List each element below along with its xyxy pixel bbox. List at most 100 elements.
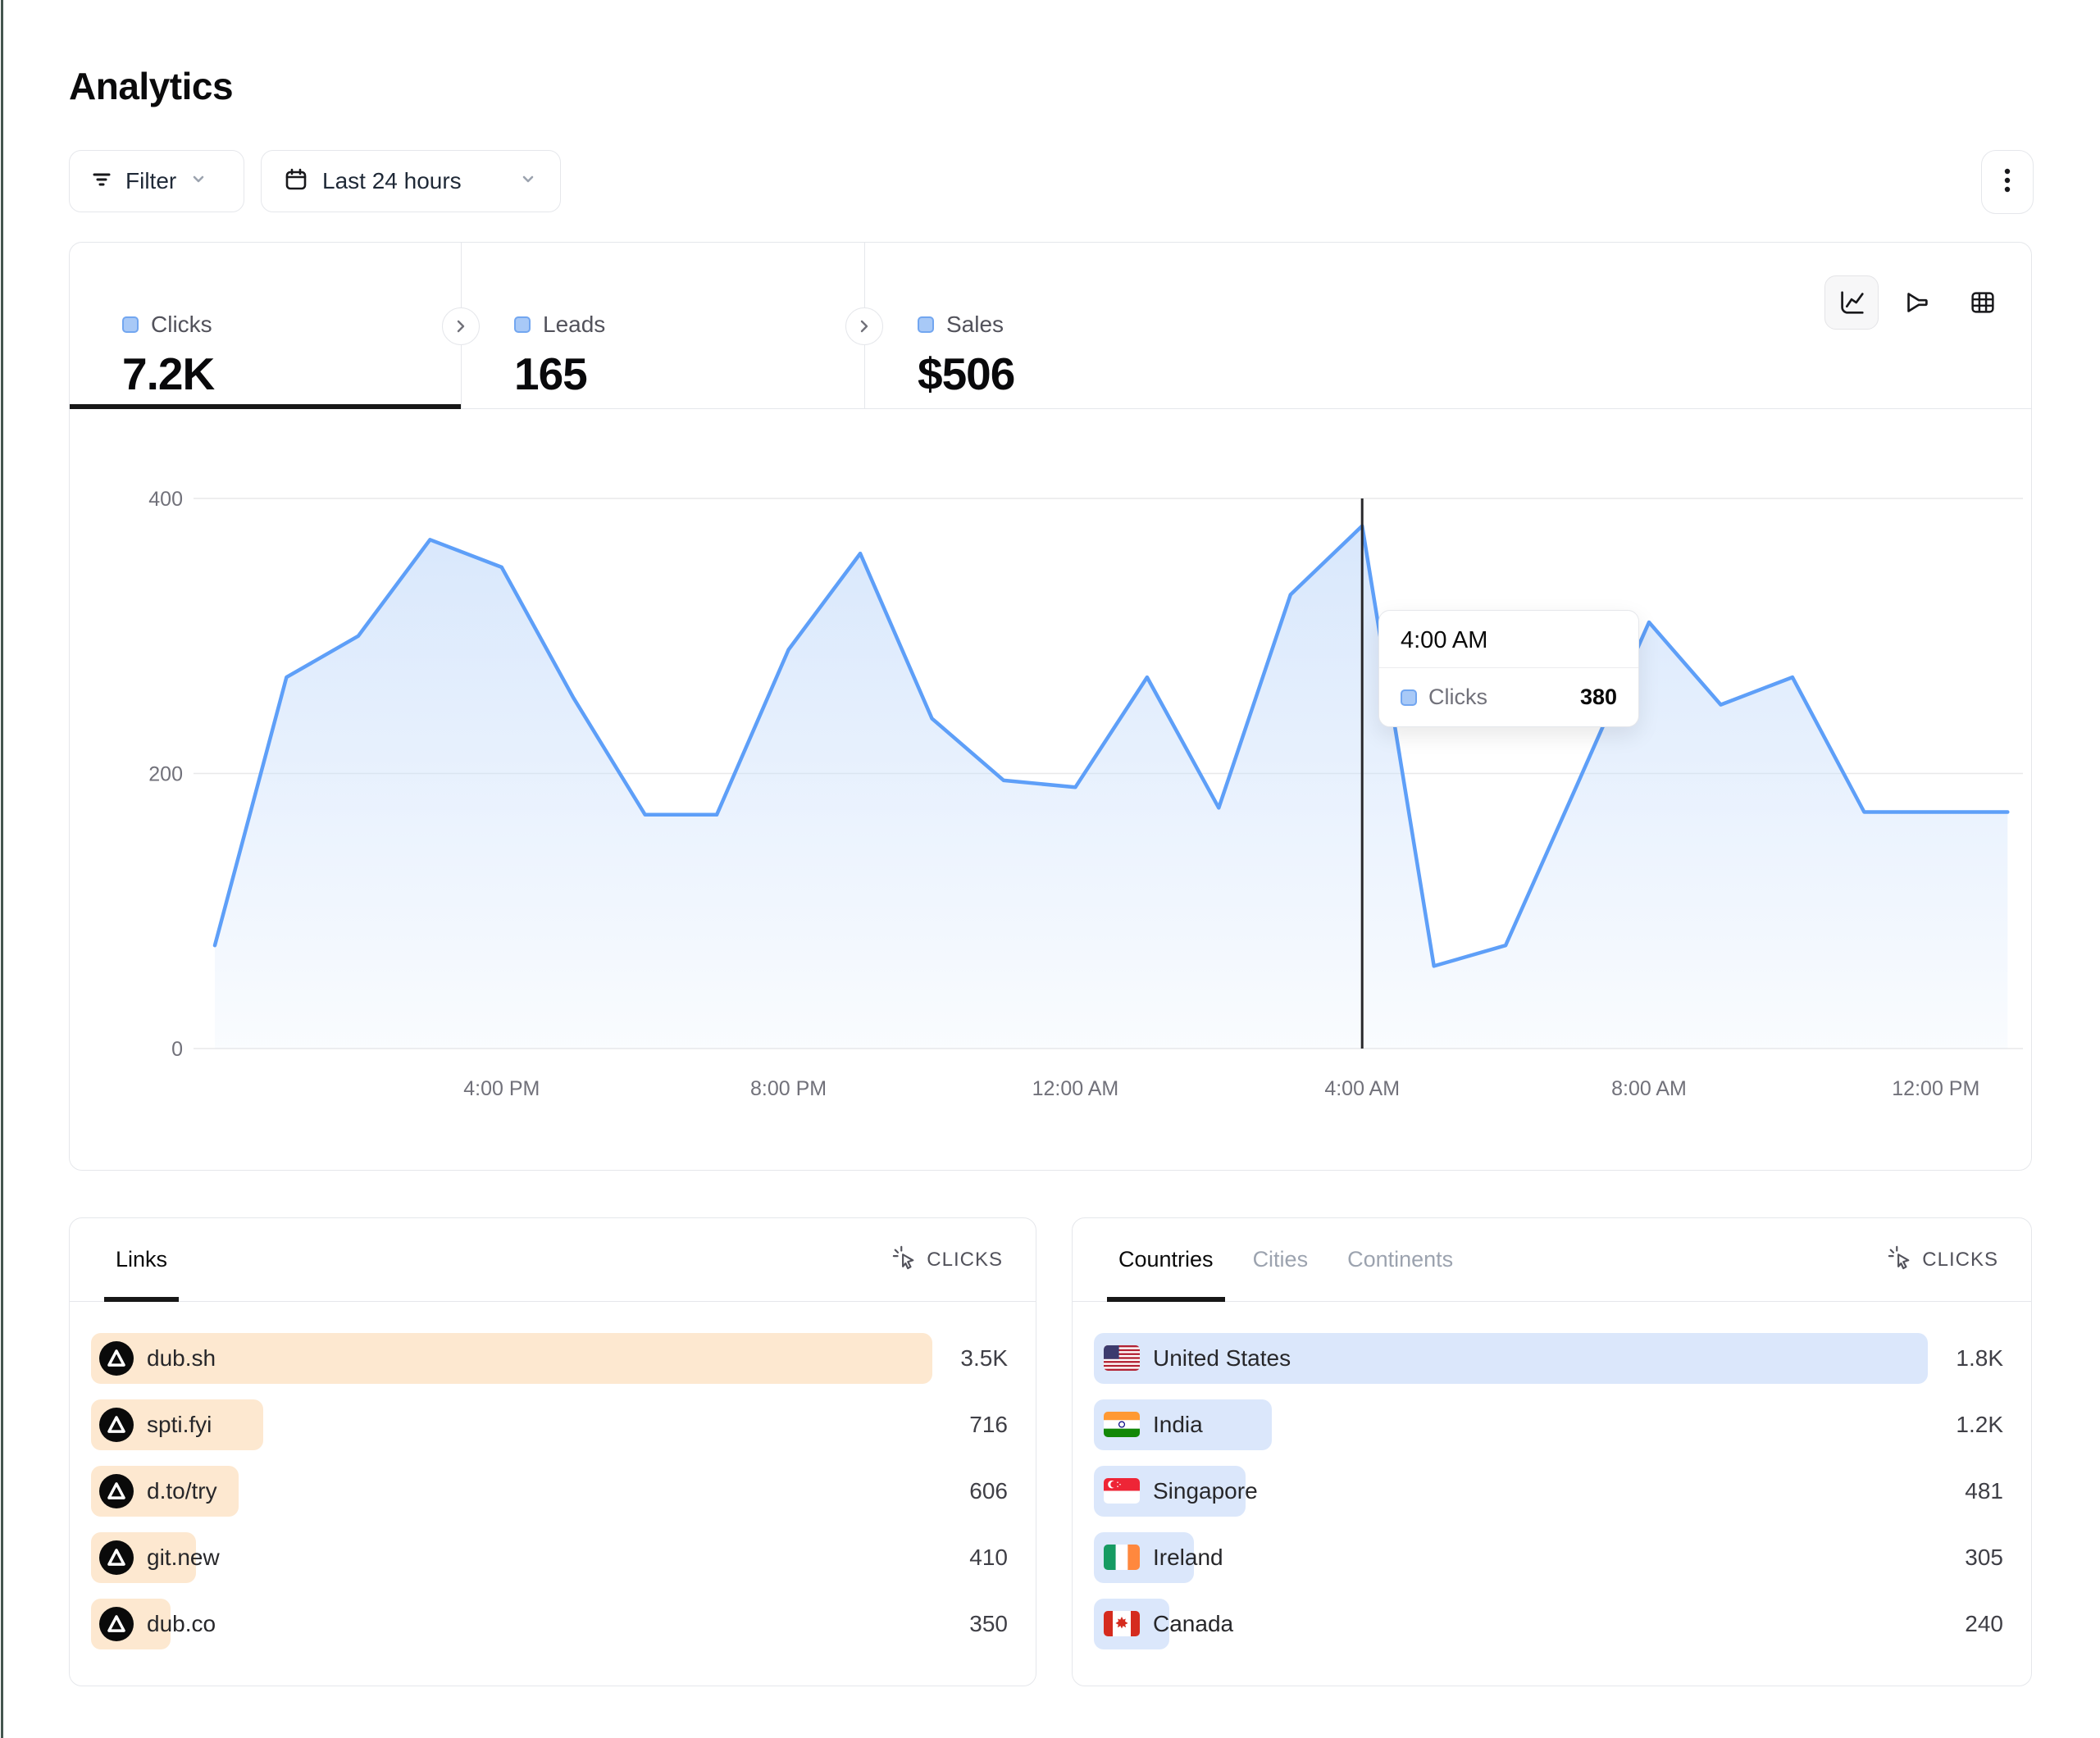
link-label: dub.sh — [147, 1333, 216, 1384]
clicks-count: 3.5K — [960, 1333, 1008, 1384]
link-label: dub.co — [147, 1599, 216, 1649]
clicks-area-chart-svg[interactable]: 0 200 400 4:00 PM 8:00 PM 12:00 AM 4:00 AM 8:00… — [124, 460, 2031, 1116]
country-label: India — [1153, 1399, 1203, 1450]
link-label: d.to/try — [147, 1466, 217, 1517]
link-row[interactable]: git.new 410 — [91, 1532, 1014, 1583]
tab-continents[interactable]: Continents — [1347, 1218, 1453, 1301]
country-label: Ireland — [1153, 1532, 1223, 1583]
tooltip-legend-swatch — [1401, 689, 1417, 706]
dub-logo-icon — [99, 1474, 134, 1508]
country-row[interactable]: Ireland 305 — [1094, 1532, 2010, 1583]
tab-countries[interactable]: Countries — [1118, 1218, 1214, 1301]
clicks-count: 1.8K — [1956, 1333, 2003, 1384]
chart-type-toggle — [1824, 275, 2010, 330]
link-row[interactable]: spti.fyi 716 — [91, 1399, 1014, 1450]
clicks-count: 350 — [969, 1599, 1008, 1649]
analytics-chart-card: Clicks 7.2K Leads 165 — [69, 242, 2032, 1171]
dub-logo-icon — [99, 1607, 134, 1641]
clicks-count: 716 — [969, 1399, 1008, 1450]
link-label: git.new — [147, 1532, 220, 1583]
cursor-click-icon — [892, 1245, 917, 1274]
area-fill — [215, 526, 2007, 1049]
sales-metric-value: $506 — [918, 348, 1275, 400]
countries-panel-header: Countries Cities Continents CLICKS — [1073, 1218, 2031, 1302]
x-axis-tick-label: 8:00 PM — [750, 1077, 827, 1100]
funnel-chart-view-button[interactable] — [1890, 275, 1944, 330]
link-row[interactable]: dub.sh 3.5K — [91, 1333, 1014, 1384]
leads-legend-swatch — [514, 316, 531, 333]
x-axis-tick-label: 8:00 AM — [1611, 1077, 1687, 1100]
us-flag-icon — [1104, 1345, 1140, 1371]
y-axis-tick-label: 400 — [148, 488, 183, 511]
window-edge — [1, 0, 3, 1738]
link-row[interactable]: d.to/try606 — [91, 1466, 1014, 1517]
ie-flag-icon — [1104, 1545, 1140, 1570]
tab-leads[interactable]: Leads 165 — [462, 243, 864, 408]
link-label: spti.fyi — [147, 1399, 212, 1450]
date-range-label: Last 24 hours — [322, 168, 462, 194]
chevron-down-icon — [517, 169, 539, 194]
countries-list: United States 1.8K India1.2K Singapore481 Ir… — [1073, 1302, 2031, 1649]
country-row[interactable]: Singapore481 — [1094, 1466, 2010, 1517]
link-row[interactable]: dub.co 350 — [91, 1599, 1014, 1649]
calendar-icon — [283, 166, 309, 197]
tab-clicks[interactable]: Clicks 7.2K — [70, 243, 461, 408]
more-options-button[interactable] — [1981, 150, 2034, 214]
chevron-down-icon — [188, 169, 209, 194]
expand-leads-chevron[interactable] — [442, 307, 480, 345]
leads-metric-label: Leads — [543, 312, 605, 338]
metric-tabs: Clicks 7.2K Leads 165 — [70, 243, 2031, 409]
clicks-metric-label: Clicks — [151, 312, 212, 338]
analytics-page: Analytics Filter Last 24 hours — [0, 0, 2100, 1738]
filter-button-label: Filter — [125, 168, 176, 194]
links-panel: Links CLICKS dub.sh 3.5K spti.fyi 716 d.to/t… — [69, 1217, 1036, 1686]
sg-flag-icon — [1104, 1478, 1140, 1504]
page-title: Analytics — [69, 64, 233, 108]
sales-legend-swatch — [918, 316, 934, 333]
countries-metric-switcher[interactable]: CLICKS — [1888, 1245, 1998, 1274]
clicks-count: 305 — [1965, 1532, 2003, 1583]
tooltip-value: 380 — [1580, 685, 1617, 710]
countries-metric-label: CLICKS — [1922, 1249, 1998, 1272]
tooltip-time: 4:00 AM — [1379, 611, 1638, 668]
y-axis-tick-label: 200 — [148, 763, 183, 786]
clicks-legend-swatch — [122, 316, 139, 333]
line-chart-view-button[interactable] — [1824, 275, 1879, 330]
country-row[interactable]: Canada 240 — [1094, 1599, 2010, 1649]
y-axis-tick-label: 0 — [171, 1038, 183, 1061]
expand-sales-chevron[interactable] — [845, 307, 883, 345]
countries-panel: Countries Cities Continents CLICKS Unite… — [1072, 1217, 2032, 1686]
x-axis-tick-label: 12:00 PM — [1892, 1077, 1979, 1100]
tab-sales[interactable]: Sales $506 — [865, 243, 1275, 408]
x-axis-tick-label: 12:00 AM — [1032, 1077, 1119, 1100]
country-row[interactable]: India1.2K — [1094, 1399, 2010, 1450]
clicks-count: 410 — [969, 1532, 1008, 1583]
clicks-count: 240 — [1965, 1599, 2003, 1649]
kebab-menu-icon — [1993, 164, 2022, 201]
country-row[interactable]: United States 1.8K — [1094, 1333, 2010, 1384]
x-axis-tick-label: 4:00 PM — [463, 1077, 540, 1100]
links-metric-switcher[interactable]: CLICKS — [892, 1245, 1003, 1274]
clicks-metric-value: 7.2K — [122, 348, 461, 400]
clicks-area-chart[interactable]: 0 200 400 4:00 PM 8:00 PM 12:00 AM 4:00 AM 8:00… — [124, 460, 2031, 1116]
clicks-bar — [91, 1333, 932, 1384]
cursor-click-icon — [1888, 1245, 1912, 1274]
tab-cities[interactable]: Cities — [1253, 1218, 1309, 1301]
filter-icon — [89, 167, 114, 196]
links-list: dub.sh 3.5K spti.fyi 716 d.to/try606 git.new 4… — [70, 1302, 1036, 1649]
country-label: Singapore — [1153, 1466, 1258, 1517]
dub-logo-icon — [99, 1408, 134, 1442]
country-label: Canada — [1153, 1599, 1233, 1649]
links-panel-header: Links CLICKS — [70, 1218, 1036, 1302]
dub-logo-icon — [99, 1540, 134, 1575]
x-axis-tick-label: 4:00 AM — [1324, 1077, 1400, 1100]
leads-metric-value: 165 — [514, 348, 864, 400]
links-metric-label: CLICKS — [927, 1249, 1003, 1272]
country-label: United States — [1153, 1333, 1291, 1384]
table-view-button[interactable] — [1956, 275, 2010, 330]
filter-button[interactable]: Filter — [69, 150, 244, 212]
active-tab-underline — [70, 404, 461, 409]
tab-links[interactable]: Links — [116, 1218, 167, 1301]
date-range-button[interactable]: Last 24 hours — [261, 150, 561, 212]
chart-tooltip: 4:00 AM Clicks 380 — [1378, 610, 1639, 727]
